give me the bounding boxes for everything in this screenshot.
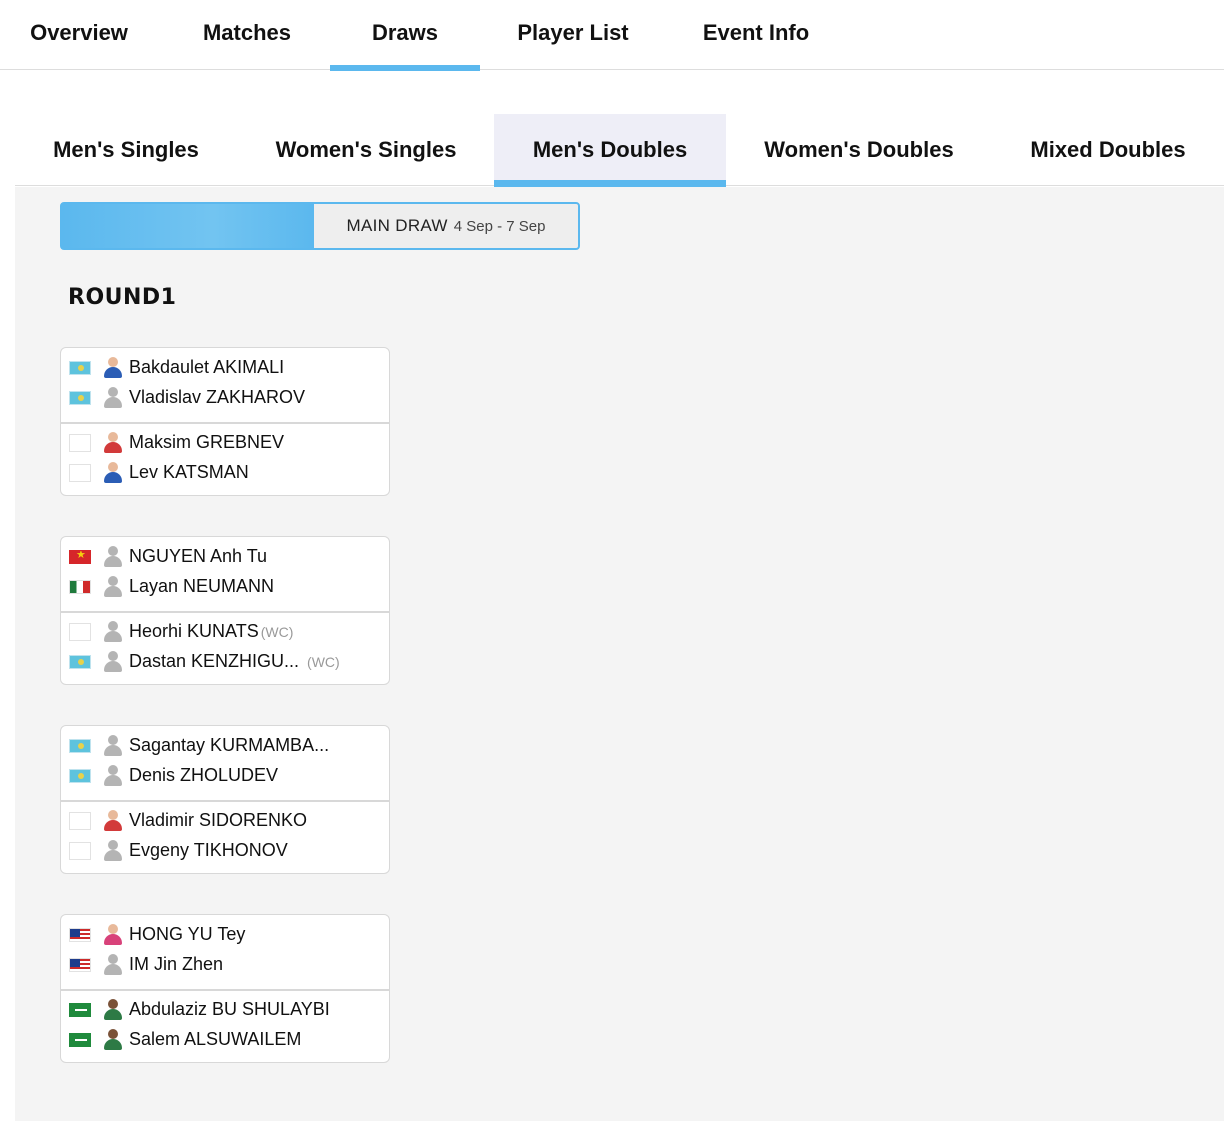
draw-area: MAIN DRAW 4 Sep - 7 Sep ROUND1 Bakdaulet…: [15, 187, 1224, 1121]
wildcard-tag: (WC): [307, 654, 340, 670]
empty-flag-icon: [69, 434, 91, 452]
player-photo-icon: [103, 1027, 123, 1051]
player-name[interactable]: Bakdaulet AKIMALI: [129, 355, 284, 379]
player-name[interactable]: Layan NEUMANN: [129, 574, 274, 598]
top-nav: Overview Matches Draws Player List Event…: [0, 0, 1224, 71]
team-1: Bakdaulet AKIMALI Vladislav ZAKHAROV: [61, 348, 389, 422]
player-row: Bakdaulet AKIMALI: [61, 355, 389, 385]
tab-matches[interactable]: Matches: [170, 0, 324, 70]
malaysia-flag-icon: [69, 958, 91, 972]
match-card[interactable]: NGUYEN Anh Tu Layan NEUMANN Heorhi KUNAT…: [60, 536, 390, 685]
placeholder-avatar-icon: [103, 649, 123, 673]
kazakhstan-flag-icon: [69, 361, 91, 375]
saudi-arabia-flag-icon: [69, 1033, 91, 1047]
kazakhstan-flag-icon: [69, 391, 91, 405]
player-photo-icon: [103, 355, 123, 379]
player-photo-icon: [103, 460, 123, 484]
draw-dates: 4 Sep - 7 Sep: [453, 217, 546, 235]
player-name[interactable]: Denis ZHOLUDEV: [129, 763, 278, 787]
player-row: Evgeny TIKHONOV: [61, 838, 389, 868]
event-tab-womens-singles[interactable]: Women's Singles: [250, 114, 482, 186]
player-name[interactable]: Evgeny TIKHONOV: [129, 838, 288, 862]
player-row: Denis ZHOLUDEV: [61, 763, 389, 793]
event-tab-womens-doubles[interactable]: Women's Doubles: [738, 114, 980, 186]
player-row: Salem ALSUWAILEM: [61, 1027, 389, 1057]
player-name[interactable]: Dastan KENZHIGU... (WC): [129, 649, 340, 674]
player-row: Sagantay KURMAMBA...: [61, 733, 389, 763]
player-photo-icon: [103, 922, 123, 946]
event-tab-mens-doubles[interactable]: Men's Doubles: [494, 114, 726, 187]
team-1: Sagantay KURMAMBA... Denis ZHOLUDEV: [61, 726, 389, 800]
kazakhstan-flag-icon: [69, 655, 91, 669]
placeholder-avatar-icon: [103, 574, 123, 598]
tab-event-info[interactable]: Event Info: [676, 0, 836, 70]
player-name[interactable]: Maksim GREBNEV: [129, 430, 284, 454]
match-card[interactable]: Bakdaulet AKIMALI Vladislav ZAKHAROV Mak…: [60, 347, 390, 496]
malaysia-flag-icon: [69, 928, 91, 942]
player-row: Vladislav ZAKHAROV: [61, 385, 389, 415]
placeholder-avatar-icon: [103, 952, 123, 976]
vietnam-flag-icon: [69, 550, 91, 564]
draw-option-main[interactable]: MAIN DRAW 4 Sep - 7 Sep: [314, 204, 578, 248]
player-row: Heorhi KUNATS (WC): [61, 619, 389, 649]
player-name-text: Dastan KENZHIGU...: [129, 651, 300, 671]
placeholder-avatar-icon: [103, 544, 123, 568]
player-name[interactable]: IM Jin Zhen: [129, 952, 223, 976]
player-row: Maksim GREBNEV: [61, 430, 389, 460]
player-name[interactable]: NGUYEN Anh Tu: [129, 544, 267, 568]
player-row: Lev KATSMAN: [61, 460, 389, 490]
player-row: NGUYEN Anh Tu: [61, 544, 389, 574]
player-name[interactable]: Vladislav ZAKHAROV: [129, 385, 305, 409]
placeholder-avatar-icon: [103, 385, 123, 409]
draw-selector: MAIN DRAW 4 Sep - 7 Sep: [60, 202, 580, 250]
kazakhstan-flag-icon: [69, 769, 91, 783]
player-photo-icon: [103, 997, 123, 1021]
player-name-text: Heorhi KUNATS: [129, 621, 259, 641]
empty-flag-icon: [69, 842, 91, 860]
player-name[interactable]: Sagantay KURMAMBA...: [129, 733, 329, 757]
player-name[interactable]: Lev KATSMAN: [129, 460, 249, 484]
player-name[interactable]: HONG YU Tey: [129, 922, 245, 946]
event-tab-mixed-doubles[interactable]: Mixed Doubles: [1000, 114, 1216, 186]
player-row: Layan NEUMANN: [61, 574, 389, 604]
event-tab-mens-singles[interactable]: Men's Singles: [15, 114, 237, 186]
team-2: Abdulaziz BU SHULAYBI Salem ALSUWAILEM: [61, 989, 389, 1063]
player-name[interactable]: Salem ALSUWAILEM: [129, 1027, 301, 1051]
team-1: NGUYEN Anh Tu Layan NEUMANN: [61, 537, 389, 611]
placeholder-avatar-icon: [103, 733, 123, 757]
kazakhstan-flag-icon: [69, 739, 91, 753]
saudi-arabia-flag-icon: [69, 1003, 91, 1017]
player-name[interactable]: Abdulaziz BU SHULAYBI: [129, 997, 330, 1021]
player-row: IM Jin Zhen: [61, 952, 389, 982]
player-photo-icon: [103, 808, 123, 832]
match-card[interactable]: Sagantay KURMAMBA... Denis ZHOLUDEV Vlad…: [60, 725, 390, 874]
player-photo-icon: [103, 430, 123, 454]
event-tabs: Men's Singles Women's Singles Men's Doub…: [15, 114, 1224, 187]
player-name[interactable]: Heorhi KUNATS (WC): [129, 619, 293, 644]
tab-overview[interactable]: Overview: [10, 0, 148, 70]
empty-flag-icon: [69, 464, 91, 482]
draw-option-qualification[interactable]: [62, 204, 314, 248]
player-row: Abdulaziz BU SHULAYBI: [61, 997, 389, 1027]
player-row: HONG YU Tey: [61, 922, 389, 952]
tab-player-list[interactable]: Player List: [490, 0, 656, 70]
draw-label: MAIN DRAW: [346, 216, 448, 235]
empty-flag-icon: [69, 623, 91, 641]
empty-flag-icon: [69, 812, 91, 830]
placeholder-avatar-icon: [103, 619, 123, 643]
team-2: Heorhi KUNATS (WC) Dastan KENZHIGU... (WC): [61, 611, 389, 685]
player-name[interactable]: Vladimir SIDORENKO: [129, 808, 307, 832]
player-row: Dastan KENZHIGU... (WC): [61, 649, 389, 679]
round-title: ROUND1: [68, 285, 177, 310]
wildcard-tag: (WC): [260, 624, 294, 640]
player-row: Vladimir SIDORENKO: [61, 808, 389, 838]
match-card[interactable]: HONG YU Tey IM Jin Zhen Abdulaziz BU SHU…: [60, 914, 390, 1063]
mexico-flag-icon: [69, 580, 91, 594]
placeholder-avatar-icon: [103, 763, 123, 787]
tab-draws[interactable]: Draws: [330, 0, 480, 71]
placeholder-avatar-icon: [103, 838, 123, 862]
team-1: HONG YU Tey IM Jin Zhen: [61, 915, 389, 989]
team-2: Vladimir SIDORENKO Evgeny TIKHONOV: [61, 800, 389, 874]
team-2: Maksim GREBNEV Lev KATSMAN: [61, 422, 389, 496]
